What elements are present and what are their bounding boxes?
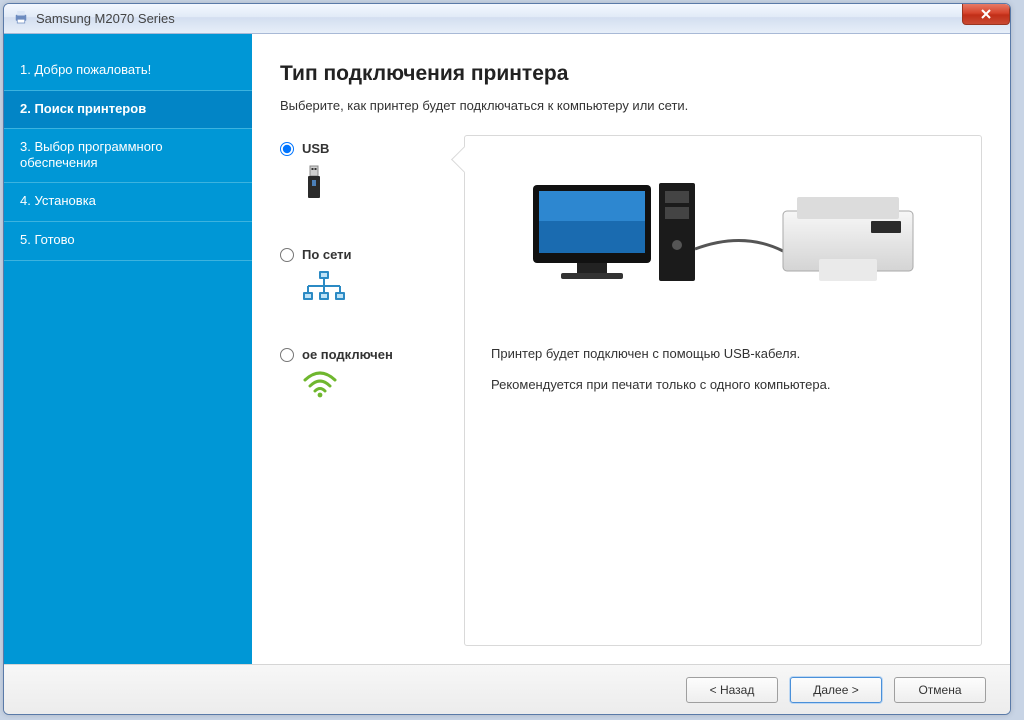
radio-wireless[interactable] [280,348,294,362]
installer-window: Samsung M2070 Series 1. Добро пожаловать… [3,3,1011,715]
title-bar: Samsung M2070 Series [4,4,1010,34]
step-install[interactable]: 4. Установка [4,183,252,222]
radio-usb[interactable] [280,142,294,156]
wizard-footer: < Назад Далее > Отмена [4,664,1010,714]
step-choose-software[interactable]: 3. Выбор программного обеспечения [4,129,252,183]
back-button[interactable]: < Назад [686,677,778,703]
radio-network[interactable] [280,248,294,262]
wizard-sidebar: 1. Добро пожаловать! 2. Поиск принтеров … [4,34,252,664]
step-done[interactable]: 5. Готово [4,222,252,261]
option-label-wireless[interactable]: ое подключен [302,347,393,362]
close-button[interactable] [962,3,1010,25]
option-label-usb[interactable]: USB [302,141,329,156]
close-icon [980,8,992,20]
cancel-button[interactable]: Отмена [894,677,986,703]
connection-detail-panel: Принтер будет подключен с помощью USB-ка… [464,135,982,646]
option-usb[interactable]: USB [280,141,456,207]
step-welcome[interactable]: 1. Добро пожаловать! [4,52,252,91]
detail-line-2: Рекомендуется при печати только с одного… [491,377,955,392]
page-title: Тип подключения принтера [280,62,982,86]
wifi-icon [302,370,338,401]
option-network[interactable]: По сети [280,247,456,307]
network-icon [302,270,346,307]
usb-illustration [491,166,955,316]
main-panel: Тип подключения принтера Выберите, как п… [252,34,1010,664]
step-search-printers[interactable]: 2. Поиск принтеров [4,91,252,130]
page-subtitle: Выберите, как принтер будет подключаться… [280,98,982,113]
usb-icon [302,164,326,207]
option-wireless[interactable]: ое подключен [280,347,456,401]
option-label-network[interactable]: По сети [302,247,352,262]
printer-icon [12,8,30,29]
next-button[interactable]: Далее > [790,677,882,703]
detail-line-1: Принтер будет подключен с помощью USB-ка… [491,346,955,361]
connection-options: USB [280,135,456,646]
window-title: Samsung M2070 Series [36,11,175,26]
